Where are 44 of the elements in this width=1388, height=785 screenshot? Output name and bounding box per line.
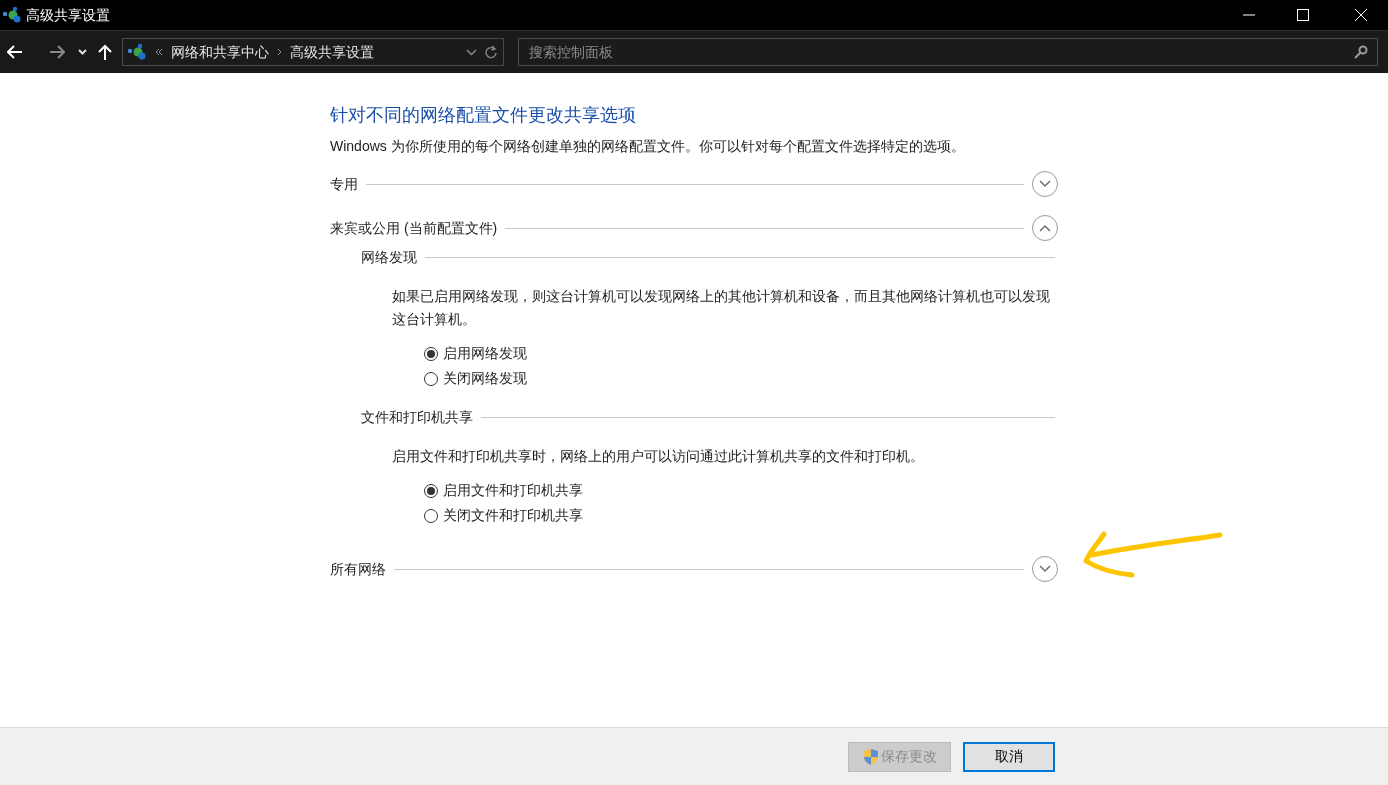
section-title: 专用 bbox=[330, 174, 358, 194]
minimize-icon bbox=[1243, 14, 1255, 16]
section-title: 来宾或公用 (当前配置文件) bbox=[330, 218, 498, 238]
chevron-down-icon bbox=[77, 49, 87, 55]
breadcrumb-separator-icon bbox=[277, 48, 282, 56]
refresh-icon[interactable] bbox=[485, 45, 497, 59]
page-description: Windows 为你所使用的每个网络创建单独的网络配置文件。你可以针对每个配置文件选择特定的选项。 bbox=[330, 137, 966, 156]
radio-button[interactable] bbox=[424, 346, 438, 361]
cancel-button[interactable]: 取消 bbox=[963, 741, 1055, 772]
breadcrumb-item[interactable]: 高级共享设置 bbox=[290, 41, 374, 63]
chevron-down-icon bbox=[1039, 565, 1051, 573]
radio-option[interactable]: 启用网络发现 bbox=[424, 343, 527, 364]
group-title: 文件和打印机共享 bbox=[361, 407, 473, 427]
maximize-icon bbox=[1297, 9, 1309, 21]
radio-option[interactable]: 关闭文件和打印机共享 bbox=[424, 505, 583, 526]
address-bar[interactable]: 网络和共享中心 高级共享设置 bbox=[122, 38, 504, 66]
group-description: 启用文件和打印机共享时，网络上的用户可以访问通过此计算机共享的文件和打印机。 bbox=[392, 447, 925, 466]
network-icon bbox=[127, 43, 147, 61]
forward-arrow-icon bbox=[49, 45, 65, 59]
shield-icon bbox=[862, 747, 879, 766]
radio-button[interactable] bbox=[424, 483, 438, 498]
group-description: 如果已启用网络发现，则这台计算机可以发现网络上的其他计算机和设备，而且其他网络计算机也可以发现这台计算机。 bbox=[392, 287, 1051, 329]
dropdown-chevron-icon bbox=[466, 48, 477, 56]
radio-button[interactable] bbox=[424, 508, 438, 523]
radio-option[interactable]: 启用文件和打印机共享 bbox=[424, 480, 583, 501]
search-icon bbox=[1354, 45, 1368, 59]
breadcrumb-item[interactable]: 网络和共享中心 bbox=[171, 41, 269, 63]
overflow-chevron-icon bbox=[155, 48, 163, 56]
section-title: 所有网络 bbox=[330, 559, 386, 579]
chevron-up-icon bbox=[1039, 224, 1051, 232]
back-arrow-icon bbox=[7, 45, 23, 59]
expand-button[interactable] bbox=[1032, 556, 1058, 582]
close-icon bbox=[1355, 9, 1367, 21]
up-arrow-icon bbox=[98, 44, 112, 60]
radio-button[interactable] bbox=[424, 371, 438, 386]
page-heading: 针对不同的网络配置文件更改共享选项 bbox=[330, 104, 637, 127]
search-field[interactable]: 搜索控制面板 bbox=[518, 38, 1378, 66]
network-icon bbox=[2, 6, 22, 24]
chevron-down-icon bbox=[1039, 180, 1051, 188]
collapse-button[interactable] bbox=[1032, 215, 1058, 241]
expand-button[interactable] bbox=[1032, 171, 1058, 197]
radio-option[interactable]: 关闭网络发现 bbox=[424, 368, 527, 389]
group-title: 网络发现 bbox=[361, 247, 417, 267]
window-title: 高级共享设置 bbox=[26, 5, 110, 25]
